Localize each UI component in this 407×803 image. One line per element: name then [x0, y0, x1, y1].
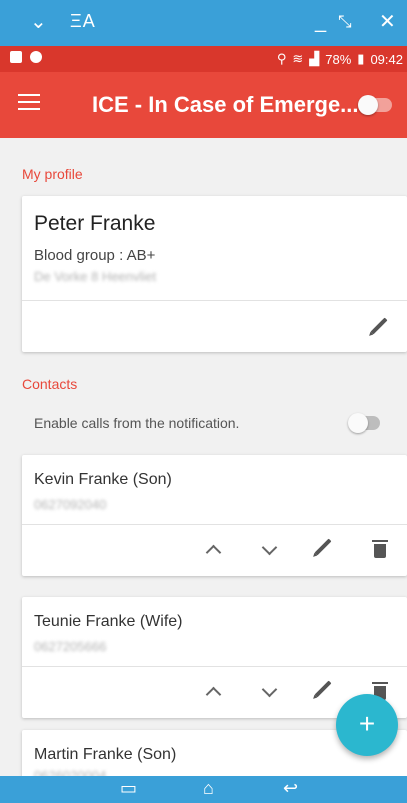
contact-card[interactable]: Kevin Franke (Son) 0627092040 [22, 455, 407, 576]
blood-group: Blood group : AB+ [34, 247, 156, 264]
contact-phone: 0627092040 [34, 497, 107, 512]
edit-profile-icon[interactable] [370, 317, 388, 335]
hamburger-menu-icon[interactable] [18, 94, 40, 112]
profile-card[interactable]: Peter Franke Blood group : AB+ De Vorke … [22, 196, 407, 352]
move-up-icon[interactable] [205, 686, 222, 703]
contact-phone: 0627205666 [34, 639, 107, 654]
section-title-contacts: Contacts [22, 376, 78, 392]
delete-contact-icon[interactable] [372, 540, 388, 558]
signal-icon: ▟ [309, 51, 320, 66]
contact-name: Martin Franke (Son) [34, 746, 177, 763]
close-icon[interactable]: ✕ [379, 12, 396, 32]
notification-icon [10, 51, 22, 63]
add-contact-button[interactable]: + [336, 694, 398, 756]
status-bar: ⚲ ≋ ▟ 78% ▮ 09:42 [0, 46, 407, 72]
edit-contact-icon[interactable] [314, 538, 332, 556]
battery-percent: 78% [325, 51, 352, 67]
navigation-bar: ▭ ⌂ ↩ [0, 776, 407, 803]
app-switcher-label[interactable]: ΞA [70, 11, 96, 32]
profile-name: Peter Franke [34, 212, 156, 235]
notification-calls-toggle[interactable] [348, 413, 380, 433]
wifi-icon: ≋ [292, 51, 304, 66]
app-toolbar: ICE - In Case of Emerge... [0, 72, 407, 138]
chevron-down-icon[interactable]: ⌄ [30, 12, 47, 32]
minimize-icon[interactable]: _ [315, 12, 326, 32]
battery-icon: ▮ [357, 51, 365, 66]
back-icon[interactable]: ↩ [283, 778, 298, 799]
move-down-icon[interactable] [261, 681, 278, 698]
contact-name: Kevin Franke (Son) [34, 471, 172, 488]
app-notification-icon [30, 51, 42, 63]
window-chrome: ⌄ ΞA _ ⤡ ✕ [0, 0, 407, 46]
page-title: ICE - In Case of Emerge... [92, 92, 359, 117]
contact-name: Teunie Franke (Wife) [34, 613, 183, 630]
card-divider [22, 524, 407, 525]
location-icon: ⚲ [276, 51, 287, 66]
ice-toggle[interactable] [358, 95, 392, 115]
move-down-icon[interactable] [261, 539, 278, 556]
move-up-icon[interactable] [205, 544, 222, 561]
card-divider [22, 666, 407, 667]
recent-apps-icon[interactable]: ▭ [120, 778, 137, 799]
card-divider [22, 300, 407, 301]
profile-address: De Vorke 8 Heenvliet [34, 269, 157, 284]
edit-contact-icon[interactable] [314, 680, 332, 698]
section-title-profile: My profile [22, 166, 83, 182]
home-icon[interactable]: ⌂ [203, 778, 214, 799]
shrink-icon[interactable]: ⤡ [338, 12, 352, 32]
clock: 09:42 [370, 51, 403, 67]
notification-calls-label: Enable calls from the notification. [34, 415, 240, 431]
